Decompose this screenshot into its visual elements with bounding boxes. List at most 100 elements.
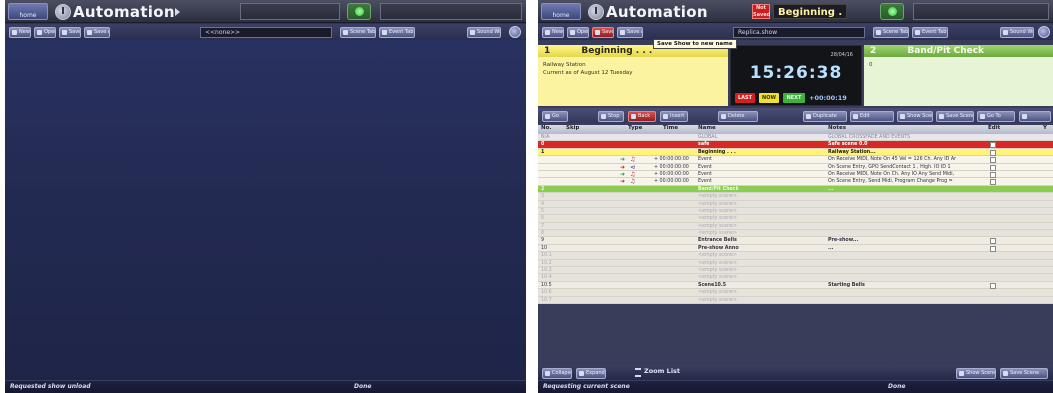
save-scene-bottom-button[interactable]: Save Scene [1000, 368, 1048, 379]
zoom-icon[interactable] [635, 368, 641, 377]
table-row[interactable]: 10.2 <empty scene> [538, 259, 1053, 268]
open-show-button[interactable]: Open [34, 27, 56, 38]
table-row[interactable]: + 00:00:00:00 Event On Receive MIDI, Note … [538, 170, 1053, 179]
sound-window-button[interactable]: Sound Wnd [1000, 27, 1034, 38]
edit-checkbox[interactable] [990, 149, 996, 156]
row-notes [828, 201, 988, 207]
show-name-field[interactable]: <<none>> [200, 27, 332, 38]
table-row[interactable]: 5 <empty scene> [538, 207, 1053, 216]
back-button[interactable]: Back [628, 111, 656, 122]
row-name: <empty scene> [698, 253, 738, 259]
edit-checkbox[interactable] [990, 171, 996, 178]
row-number: 0 [541, 142, 545, 148]
help-icon[interactable] [1038, 26, 1050, 38]
help-icon[interactable] [509, 26, 521, 38]
table-row[interactable]: 10 Pre-show Anno... [538, 244, 1053, 253]
col-notes[interactable]: Notes [828, 125, 846, 134]
row-number: 10.1 [541, 253, 552, 259]
edit-checkbox[interactable] [990, 157, 996, 164]
col-edit[interactable]: Edit [988, 125, 1000, 134]
zoom-list-label[interactable]: Zoom List [644, 367, 680, 375]
insert-button[interactable]: Insert [660, 111, 688, 122]
save-show-button[interactable]: Save [592, 27, 614, 38]
row-name: GLOBAL [698, 135, 718, 140]
table-row[interactable]: 9 Entrance Bells Pre-show... [538, 237, 1053, 245]
row-name: Event [698, 171, 712, 177]
show-scene-bottom-button[interactable]: Show Scene [956, 368, 996, 379]
row-notes: GLOBAL CROSSFADE AND EVENTS [828, 135, 911, 140]
table-row[interactable]: 0 safe Safe scene 0.0 [538, 141, 1053, 149]
sound-window-button[interactable]: Sound Wnd [467, 27, 501, 38]
table-row[interactable]: + 00:00:00:00 Event On Scene Entry, Send M… [538, 178, 1053, 186]
more-button[interactable] [1019, 111, 1051, 122]
edit-button[interactable]: Edit [850, 111, 894, 122]
delete-button[interactable]: Delete [718, 111, 758, 122]
table-row[interactable]: 10.1 <empty scene> [538, 252, 1053, 260]
row-time: + 00:00:00:00 [654, 164, 689, 170]
next-cue-button[interactable]: NEXT [783, 93, 805, 103]
table-row[interactable]: N/A GLOBAL GLOBAL CROSSFADE AND EVENTS [538, 134, 1053, 142]
col-skip[interactable]: Skip [566, 125, 579, 134]
table-row[interactable]: 10.5 Scene10.5 Starting Bells [538, 281, 1053, 290]
col-time[interactable]: Time [663, 125, 678, 134]
event-tab-button[interactable]: Event Tab [912, 27, 948, 38]
table-row[interactable]: 10.6 <empty scene> [538, 289, 1053, 297]
row-name: Scene10.5 [698, 282, 727, 288]
row-number: 10.7 [541, 297, 552, 303]
row-number: 7 [541, 223, 545, 229]
col-no[interactable]: No. [541, 125, 551, 134]
current-scene-name: Beginning . . . [581, 46, 653, 56]
scene-tab-button[interactable]: Scene Tab [873, 27, 909, 38]
edit-checkbox[interactable] [990, 164, 996, 171]
title-extra-box [380, 3, 522, 20]
go-button[interactable]: Go [542, 111, 568, 122]
table-row[interactable]: + 00:00:00:00 Event On Receive MIDI, Note … [538, 156, 1053, 164]
row-number: 10 [541, 245, 548, 251]
table-row[interactable]: 10.3 <empty scene> [538, 267, 1053, 275]
current-scene-line2: Current as of August 12 Tuesday [543, 70, 633, 76]
gpo-icon: ⊲ [630, 163, 636, 171]
last-cue-button[interactable]: LAST [735, 93, 755, 103]
edit-checkbox[interactable] [990, 179, 996, 186]
edit-checkbox[interactable] [990, 238, 996, 245]
new-show-button[interactable]: New [542, 27, 564, 38]
home-button[interactable]: home [8, 3, 48, 20]
go-to-button[interactable]: Go To [977, 111, 1015, 122]
table-row[interactable]: 2 Band/Pit Check... [538, 185, 1053, 194]
col-name[interactable]: Name [698, 125, 716, 134]
table-row[interactable]: 8 <empty scene> [538, 230, 1053, 238]
table-row[interactable]: 10.7 <empty scene> [538, 296, 1053, 304]
table-row[interactable]: 4 <empty scene> [538, 200, 1053, 208]
edit-checkbox[interactable] [990, 142, 996, 149]
stop-button[interactable]: Stop [598, 111, 624, 122]
col-filter[interactable]: Y [1043, 125, 1047, 134]
table-row[interactable]: 1 Beginning . . . Railway Station... [538, 148, 1053, 157]
show-scene-button[interactable]: Show Scene [897, 111, 933, 122]
new-show-button[interactable]: New [9, 27, 31, 38]
table-row[interactable]: 3 <empty scene> [538, 193, 1053, 201]
edit-checkbox[interactable] [990, 282, 996, 289]
save-show-button[interactable]: Save [59, 27, 81, 38]
save-as-button[interactable]: Save As [617, 27, 643, 38]
save-scene-button[interactable]: Save Scene [936, 111, 974, 122]
open-show-button[interactable]: Open [567, 27, 589, 38]
collapse-button[interactable]: Collapse [542, 368, 572, 379]
status-indicator-icon [880, 3, 904, 20]
col-type[interactable]: Type [628, 125, 642, 134]
table-row[interactable]: 6 <empty scene> [538, 215, 1053, 223]
play-arrow-icon[interactable] [175, 8, 180, 16]
expand-button[interactable]: Expand [576, 368, 606, 379]
show-name-field[interactable]: Replica.show [733, 27, 865, 38]
row-number: 6 [541, 216, 545, 222]
title-bar: home Automation [5, 0, 526, 23]
edit-checkbox[interactable] [990, 245, 996, 252]
save-as-button[interactable]: Save As [84, 27, 110, 38]
table-row[interactable]: + 00:00:00:00 Event On Scene Entry, GPO Se… [538, 163, 1053, 171]
home-button[interactable]: home [541, 3, 581, 20]
scene-tab-button[interactable]: Scene Tab [340, 27, 376, 38]
event-tab-button[interactable]: Event Tab [379, 27, 415, 38]
table-row[interactable]: 10.4 <empty scene> [538, 274, 1053, 282]
duplicate-button[interactable]: Duplicate [803, 111, 847, 122]
table-row[interactable]: 7 <empty scene> [538, 222, 1053, 231]
now-cue-button[interactable]: NOW [759, 93, 779, 103]
